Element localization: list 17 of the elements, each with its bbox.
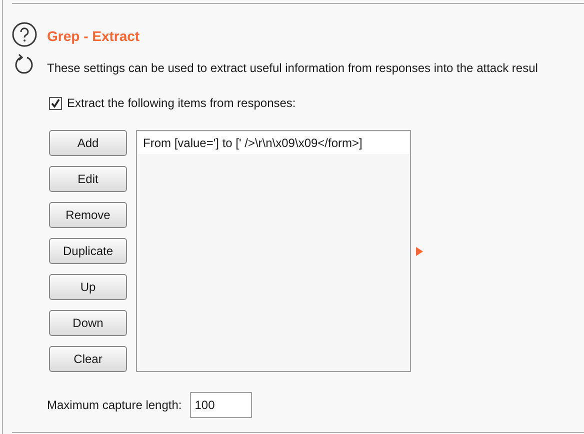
expand-arrow-icon[interactable]	[416, 247, 423, 256]
max-capture-label: Maximum capture length:	[47, 397, 182, 414]
list-item[interactable]: From [value='] to [' />\r\n\x09\x09</form>]	[138, 132, 409, 154]
extract-checkbox[interactable]	[49, 96, 62, 110]
extract-label: Extract the following items from responses:	[67, 95, 296, 112]
list-action-button[interactable]: Up	[49, 274, 127, 300]
max-capture-input[interactable]: 100	[190, 392, 252, 418]
list-action-button[interactable]: Clear	[49, 346, 127, 372]
list-action-button[interactable]: Add	[49, 130, 127, 156]
refresh-icon[interactable]	[13, 53, 35, 75]
list-action-button[interactable]: Remove	[49, 202, 127, 228]
help-icon[interactable]	[12, 22, 37, 47]
section-description: These settings can be used to extract useful information from responses into the attack resul	[47, 60, 538, 77]
section-title: Grep - Extract	[47, 27, 141, 46]
list-action-button[interactable]: Duplicate	[49, 238, 127, 264]
list-action-button[interactable]: Edit	[49, 166, 127, 192]
list-action-button[interactable]: Down	[49, 310, 127, 336]
